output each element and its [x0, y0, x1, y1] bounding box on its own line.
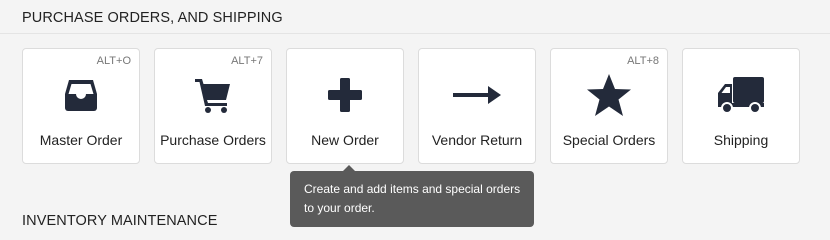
- plus-icon: [287, 69, 403, 121]
- section-title-inventory-maintenance: INVENTORY MAINTENANCE: [22, 213, 218, 229]
- truck-icon: [683, 69, 799, 121]
- tile-row: ALT+O Master Order ALT+7 Purchase Orders: [22, 48, 800, 164]
- shopping-cart-icon: [155, 69, 271, 121]
- inbox-tray-icon: [23, 69, 139, 121]
- section-title-purchase-orders: PURCHASE ORDERS, AND SHIPPING: [22, 10, 283, 26]
- tile-label: New Order: [311, 132, 379, 148]
- star-icon: [551, 69, 667, 121]
- tile-special-orders[interactable]: ALT+8 Special Orders: [550, 48, 668, 164]
- tile-vendor-return[interactable]: Vendor Return: [418, 48, 536, 164]
- section-divider: [0, 33, 830, 34]
- tile-label: Special Orders: [562, 132, 656, 148]
- tile-label: Vendor Return: [431, 132, 523, 148]
- tile-new-order[interactable]: New Order: [286, 48, 404, 164]
- tile-shipping[interactable]: Shipping: [682, 48, 800, 164]
- tile-purchase-orders[interactable]: ALT+7 Purchase Orders: [154, 48, 272, 164]
- shortcut-badge: ALT+O: [96, 55, 131, 67]
- arrow-right-icon: [419, 69, 535, 121]
- shortcut-badge: ALT+8: [627, 55, 659, 67]
- tile-label: Master Order: [39, 132, 123, 148]
- tile-master-order[interactable]: ALT+O Master Order: [22, 48, 140, 164]
- tile-label: Purchase Orders: [160, 132, 266, 148]
- shortcut-badge: ALT+7: [231, 55, 263, 67]
- tile-label: Shipping: [713, 132, 769, 148]
- tooltip-new-order: Create and add items and special orders …: [290, 171, 534, 227]
